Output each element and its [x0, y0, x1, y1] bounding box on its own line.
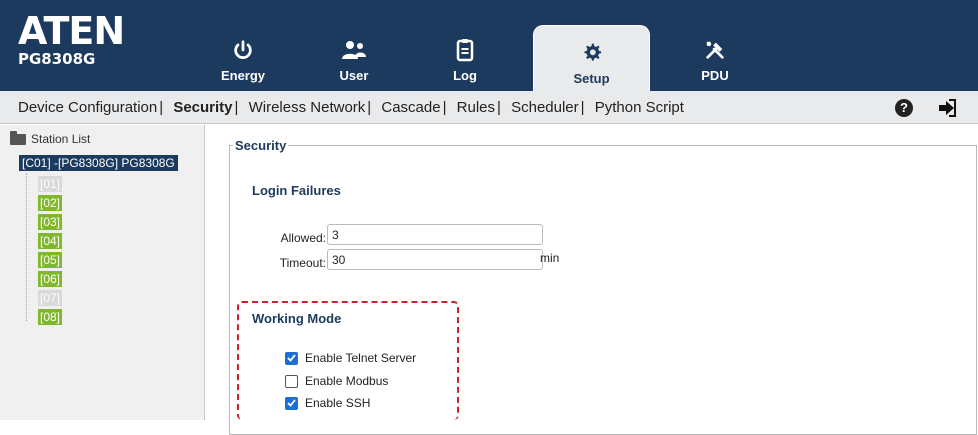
tab-pdu[interactable]: PDU: [668, 0, 762, 91]
subnav-wireless-network[interactable]: Wireless Network: [249, 99, 366, 116]
tree-connector: [26, 173, 27, 321]
clipboard-icon: [418, 38, 512, 62]
telnet-checkbox[interactable]: [285, 351, 298, 365]
timeout-unit: min: [540, 251, 560, 265]
telnet-label: Enable Telnet Server: [305, 351, 417, 365]
modbus-option[interactable]: Enable Modbus: [285, 374, 388, 388]
tab-user[interactable]: User: [307, 0, 401, 91]
subnav-rules[interactable]: Rules: [457, 99, 495, 116]
subnav-separator: |: [580, 99, 585, 116]
modbus-checkbox[interactable]: [285, 374, 298, 388]
tab-log[interactable]: Log: [418, 0, 512, 91]
station-list-header: Station List: [10, 130, 91, 146]
power-icon: [196, 38, 290, 62]
tab-setup-label: Setup: [573, 71, 610, 86]
tab-pdu-label: PDU: [701, 68, 729, 83]
port-node-03[interactable]: [03]: [38, 214, 63, 230]
subnav-python-script[interactable]: Python Script: [595, 99, 684, 116]
station-list-label: Station List: [31, 132, 91, 146]
tab-setup[interactable]: Setup: [533, 25, 650, 91]
tools-icon: [668, 38, 762, 62]
port-node-06[interactable]: [06]: [38, 271, 63, 287]
aten-logo: ATEN PG8308G: [18, 9, 125, 68]
security-legend: Security: [233, 138, 289, 153]
working-mode-title: Working Mode: [252, 311, 342, 326]
port-node-07[interactable]: [07]: [38, 290, 63, 306]
gear-icon: [534, 40, 649, 64]
tab-log-label: Log: [453, 68, 477, 83]
ssh-label: Enable SSH: [305, 396, 371, 410]
port-node-05[interactable]: [05]: [38, 252, 63, 268]
sub-navigation: Device Configuration | Security | Wireless…: [0, 91, 978, 124]
logo-brand: ATEN: [18, 9, 125, 53]
port-node-02[interactable]: [02]: [38, 195, 63, 211]
help-icon[interactable]: ?: [895, 99, 913, 117]
subnav-scheduler[interactable]: Scheduler: [511, 99, 579, 116]
port-node-08[interactable]: [08]: [38, 309, 63, 325]
subnav-separator: |: [442, 99, 447, 116]
tab-user-label: User: [339, 68, 369, 83]
subnav-separator: |: [497, 99, 501, 116]
tab-energy[interactable]: Energy: [196, 0, 290, 91]
subnav-separator: |: [159, 99, 164, 116]
port-node-01[interactable]: [01]: [38, 176, 63, 192]
ssh-checkbox[interactable]: [285, 396, 298, 410]
ssh-option[interactable]: Enable SSH: [285, 396, 370, 410]
timeout-label: Timeout:: [279, 256, 326, 270]
tab-energy-label: Energy: [220, 68, 266, 83]
subnav-cascade[interactable]: Cascade: [381, 99, 440, 116]
station-tree: Station List [C01] -[PG8308G] PG8308G [0…: [0, 125, 205, 420]
top-header: ATEN PG8308G Energy User Log Setup PDU: [0, 0, 978, 91]
folder-icon: [10, 130, 26, 145]
login-failures-title: Login Failures: [252, 183, 341, 198]
allowed-input[interactable]: [327, 224, 543, 245]
users-icon: [307, 38, 401, 62]
subnav-separator: |: [234, 99, 239, 116]
subnav-separator: |: [367, 99, 372, 116]
subnav-security[interactable]: Security: [173, 99, 232, 116]
station-root-node[interactable]: [C01] -[PG8308G] PG8308G: [19, 155, 178, 171]
allowed-label: Allowed:: [280, 231, 326, 245]
timeout-input[interactable]: [327, 249, 543, 270]
logout-icon[interactable]: [937, 99, 957, 117]
port-node-04[interactable]: [04]: [38, 233, 63, 249]
subnav-device-configuration[interactable]: Device Configuration: [18, 99, 157, 116]
security-settings-panel: Security Login Failures Allowed: Timeout…: [206, 125, 978, 435]
modbus-label: Enable Modbus: [305, 374, 389, 388]
telnet-option[interactable]: Enable Telnet Server: [285, 351, 416, 365]
subnav-items: Device Configuration | Security | Wireless…: [18, 99, 684, 116]
